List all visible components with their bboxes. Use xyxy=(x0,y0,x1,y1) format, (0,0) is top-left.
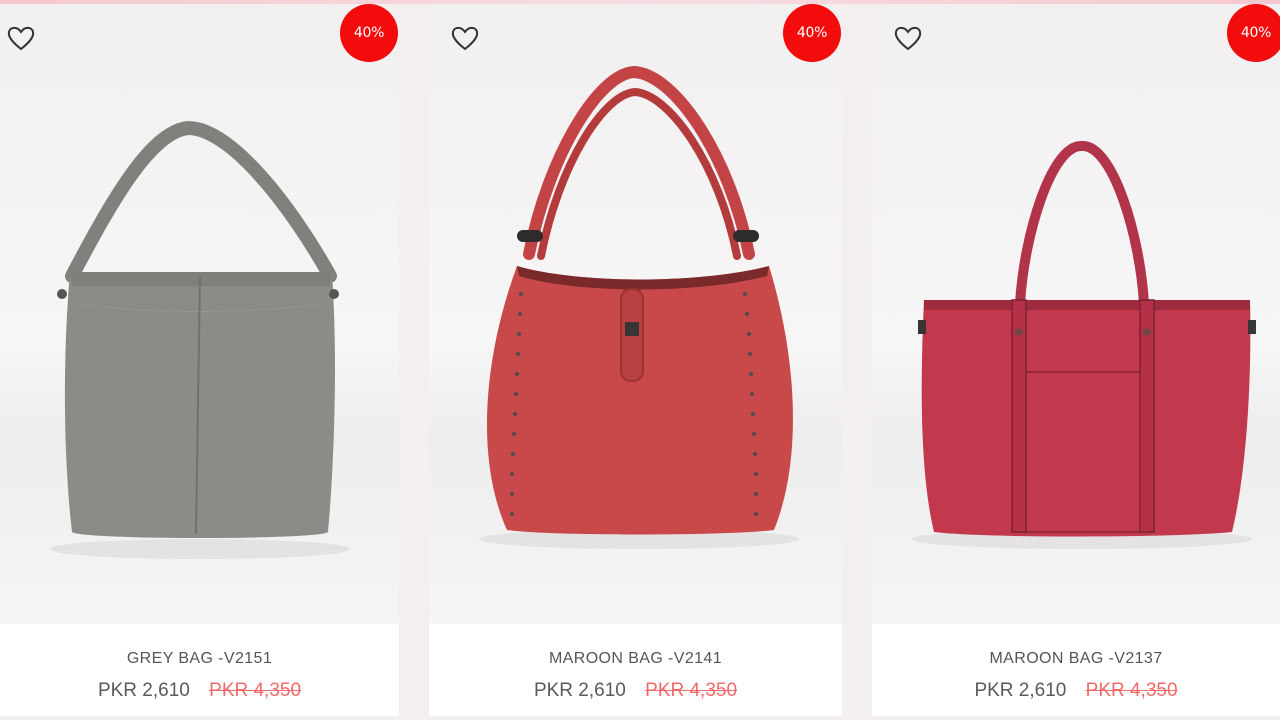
discount-badge: 40% xyxy=(1227,4,1280,62)
product-card[interactable]: 40% MAROON BAG -V2141 PKR 2,610 PKR 4,35… xyxy=(429,4,842,716)
product-name[interactable]: GREY BAG -V2151 xyxy=(0,650,399,668)
original-price: PKR 4,350 xyxy=(645,680,738,701)
product-image[interactable] xyxy=(872,4,1280,624)
product-card[interactable]: 40% MAROON BAG -V2137 PKR 2,610 PKR 4,35… xyxy=(872,4,1280,716)
product-info: GREY BAG -V2151 PKR 2,610 PKR 4,350 xyxy=(0,624,399,716)
heart-outline-icon[interactable] xyxy=(6,24,36,52)
price-row: PKR 2,610 PKR 4,350 xyxy=(429,680,842,702)
product-info: MAROON BAG -V2137 PKR 2,610 PKR 4,350 xyxy=(872,624,1280,716)
product-name[interactable]: MAROON BAG -V2141 xyxy=(429,650,842,668)
original-price: PKR 4,350 xyxy=(209,680,302,701)
sale-price: PKR 2,610 xyxy=(97,680,190,701)
price-row: PKR 2,610 PKR 4,350 xyxy=(0,680,399,702)
product-info: MAROON BAG -V2141 PKR 2,610 PKR 4,350 xyxy=(429,624,842,716)
discount-badge: 40% xyxy=(340,4,398,62)
product-image[interactable] xyxy=(429,4,842,624)
heart-outline-icon[interactable] xyxy=(450,24,480,52)
discount-badge: 40% xyxy=(783,4,841,62)
price-row: PKR 2,610 PKR 4,350 xyxy=(872,680,1280,702)
product-name[interactable]: MAROON BAG -V2137 xyxy=(872,650,1280,668)
maroon-bag-illustration xyxy=(479,65,799,549)
sale-price: PKR 2,610 xyxy=(533,680,626,701)
original-price: PKR 4,350 xyxy=(1085,680,1178,701)
heart-outline-icon[interactable] xyxy=(893,24,923,52)
product-image[interactable] xyxy=(0,4,399,624)
product-card[interactable]: 40% GREY BAG -V2151 PKR 2,610 PKR 4,350 xyxy=(0,4,399,716)
maroon-tote-illustration xyxy=(912,141,1256,549)
grey-bag-illustration xyxy=(50,120,350,559)
sale-price: PKR 2,610 xyxy=(974,680,1067,701)
